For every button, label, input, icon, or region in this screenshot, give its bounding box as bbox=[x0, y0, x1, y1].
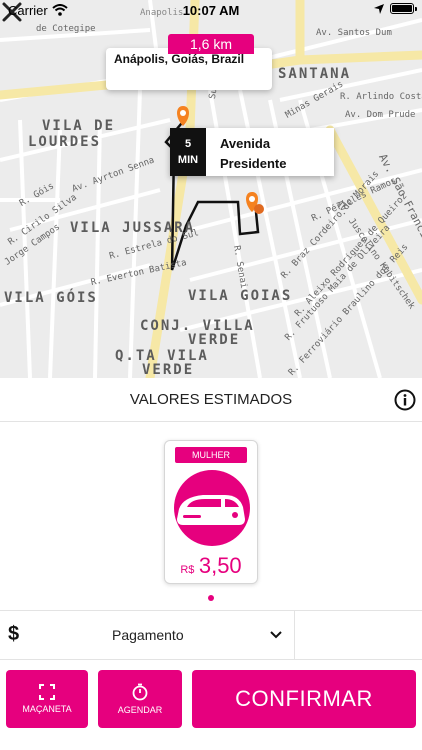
estimates-header: VALORES ESTIMADOS bbox=[0, 378, 422, 422]
status-bar: Carrier 10:07 AM bbox=[0, 0, 422, 22]
eta-box: 5 MIN bbox=[170, 128, 206, 176]
map-label: VILA GÓIS bbox=[4, 290, 98, 306]
car-icon bbox=[174, 470, 250, 546]
schedule-button[interactable]: AGENDAR bbox=[98, 670, 182, 728]
status-right bbox=[374, 3, 417, 14]
macaneta-label: MAÇANETA bbox=[22, 704, 72, 714]
dollar-icon: $ bbox=[8, 623, 20, 645]
confirm-button[interactable]: CONFIRMAR bbox=[192, 670, 416, 728]
price: R$ 3,50 bbox=[165, 553, 257, 579]
map-label: R. Arlindo Costa bbox=[340, 92, 422, 102]
destination-address: Avenida Presidente bbox=[206, 128, 286, 176]
map-label: Av. Santos Dum bbox=[316, 28, 392, 38]
eta-value: 5 bbox=[184, 138, 192, 150]
confirm-label: CONFIRMAR bbox=[235, 686, 373, 711]
vehicle-category-tag: MULHER bbox=[175, 447, 247, 463]
macaneta-button[interactable]: MAÇANETA bbox=[6, 670, 88, 728]
price-currency: R$ bbox=[180, 564, 195, 576]
origin-address-card[interactable]: Anápolis, Goiás, Brazil bbox=[106, 48, 272, 90]
status-time: 10:07 AM bbox=[182, 3, 240, 18]
map-label: VILA DE bbox=[42, 118, 116, 134]
price-value: 3,50 bbox=[198, 553, 242, 578]
payment-selector[interactable]: $ Pagamento bbox=[0, 610, 422, 661]
map-label: de Cotegipe bbox=[36, 24, 96, 34]
vehicle-option-card[interactable]: MULHER R$ 3,50 bbox=[164, 440, 258, 584]
map-label: VILA GOIAS bbox=[188, 288, 293, 304]
scan-frame-icon bbox=[39, 684, 55, 700]
map-label: VERDE bbox=[142, 362, 195, 378]
info-icon[interactable] bbox=[394, 389, 416, 411]
payment-label: Pagamento bbox=[112, 627, 184, 643]
route-map[interactable]: de Cotegipe Anapolis Av. Santos Dum SANT… bbox=[0, 0, 422, 378]
section-title: VALORES ESTIMADOS bbox=[129, 391, 293, 408]
page-indicator-dot bbox=[208, 595, 214, 601]
map-label: Av. Dom Prude bbox=[345, 110, 416, 120]
map-label: LOURDES bbox=[28, 134, 102, 150]
schedule-label: AGENDAR bbox=[117, 705, 163, 715]
divider bbox=[294, 611, 295, 661]
map-label: VERDE bbox=[188, 332, 241, 348]
destination-line-2: Presidente bbox=[220, 156, 287, 171]
origin-address: Anápolis, Goiás, Brazil bbox=[114, 52, 245, 66]
distance-badge: 1,6 km bbox=[168, 34, 254, 54]
battery-icon bbox=[390, 3, 417, 14]
eta-unit: MIN bbox=[177, 154, 199, 166]
destination-line-1: Avenida bbox=[220, 136, 271, 151]
bottom-actions: MAÇANETA AGENDAR CONFIRMAR bbox=[0, 660, 422, 750]
stopwatch-icon bbox=[132, 683, 148, 701]
location-arrow-icon bbox=[374, 3, 384, 14]
eta-destination-card[interactable]: 5 MIN Avenida Presidente bbox=[170, 128, 334, 176]
chevron-down-icon bbox=[270, 631, 282, 639]
